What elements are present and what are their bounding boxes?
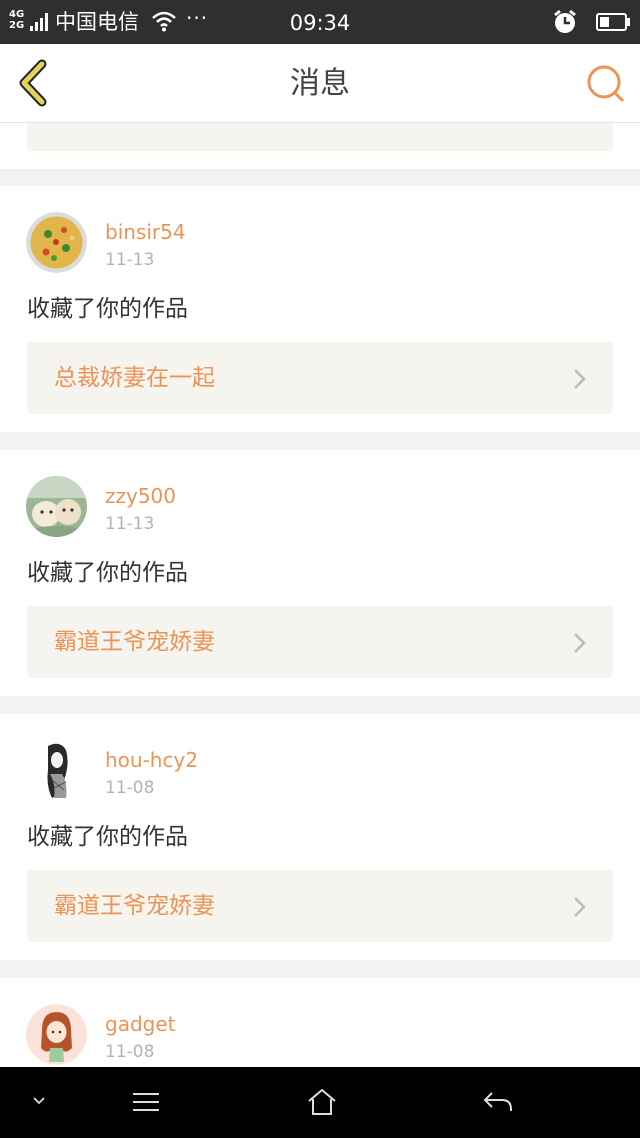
work-title: 总裁娇妻在一起	[54, 365, 215, 391]
message-text: 收藏了你的作品	[27, 560, 188, 586]
food-avatar[interactable]	[26, 212, 87, 273]
message-text: 收藏了你的作品	[27, 296, 188, 322]
username[interactable]: gadget	[105, 1012, 176, 1036]
system-nav-bar	[0, 1067, 640, 1138]
username[interactable]: zzy500	[105, 484, 176, 508]
work-title: 霸道王爷宠娇妻	[54, 629, 215, 655]
sketch-girl-avatar[interactable]	[26, 740, 87, 801]
message-card: binsir54 11-13 收藏了你的作品 总裁娇妻在一起	[0, 186, 640, 432]
app-header: 消息	[0, 44, 640, 123]
message-card: hou-hcy2 11-08 收藏了你的作品 霸道王爷宠娇妻	[0, 714, 640, 960]
cartoon-girl-avatar[interactable]	[26, 1004, 87, 1065]
chevron-right-icon	[574, 633, 586, 653]
work-title: 霸道王爷宠娇妻	[54, 893, 215, 919]
username[interactable]: hou-hcy2	[105, 748, 198, 772]
page-title: 消息	[290, 66, 350, 101]
message-date: 11-08	[105, 1042, 155, 1062]
chevron-right-icon	[574, 897, 586, 917]
search-icon[interactable]	[584, 62, 626, 104]
chevron-right-icon	[574, 369, 586, 389]
message-card: zzy500 11-13 收藏了你的作品 霸道王爷宠娇妻	[0, 450, 640, 696]
nav-back-icon[interactable]	[482, 1089, 514, 1115]
nav-menu-icon[interactable]	[131, 1091, 161, 1113]
message-date: 11-08	[105, 778, 155, 798]
nav-down-icon[interactable]	[30, 1095, 48, 1107]
work-link[interactable]: 霸道王爷宠娇妻	[27, 870, 613, 942]
puppies-avatar[interactable]	[26, 476, 87, 537]
username[interactable]: binsir54	[105, 220, 186, 244]
message-list: binsir54 11-13 收藏了你的作品 总裁娇妻在一起 zzy500 11…	[0, 0, 640, 1138]
message-date: 11-13	[105, 250, 155, 270]
message-text: 收藏了你的作品	[27, 824, 188, 850]
work-link[interactable]: 总裁娇妻在一起	[27, 342, 613, 414]
nav-home-icon[interactable]	[306, 1087, 338, 1117]
work-link[interactable]: 霸道王爷宠娇妻	[27, 606, 613, 678]
message-card: gadget 11-08	[0, 978, 640, 1068]
message-date: 11-13	[105, 514, 155, 534]
